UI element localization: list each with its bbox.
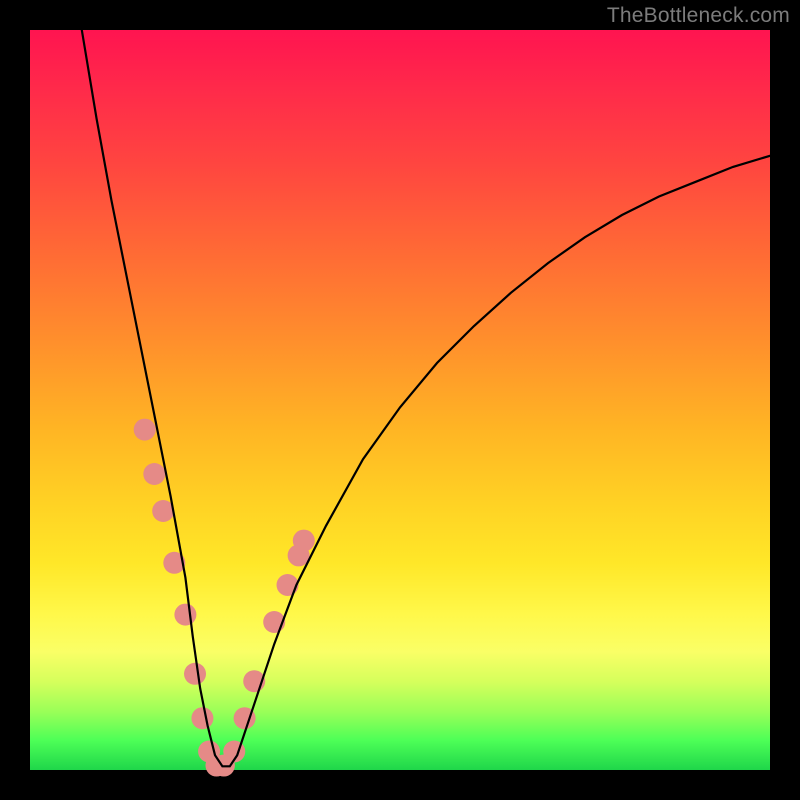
marker-dot bbox=[174, 604, 196, 626]
watermark-text: TheBottleneck.com bbox=[607, 4, 790, 28]
chart-svg bbox=[30, 30, 770, 770]
bottleneck-curve bbox=[82, 30, 770, 766]
marker-dot bbox=[134, 419, 156, 441]
marker-dot bbox=[277, 574, 299, 596]
marker-dot bbox=[143, 463, 165, 485]
marker-dot bbox=[184, 663, 206, 685]
plot-area bbox=[30, 30, 770, 770]
markers-group bbox=[134, 419, 315, 777]
marker-dot bbox=[293, 530, 315, 552]
marker-dot bbox=[191, 707, 213, 729]
chart-frame: TheBottleneck.com bbox=[0, 0, 800, 800]
